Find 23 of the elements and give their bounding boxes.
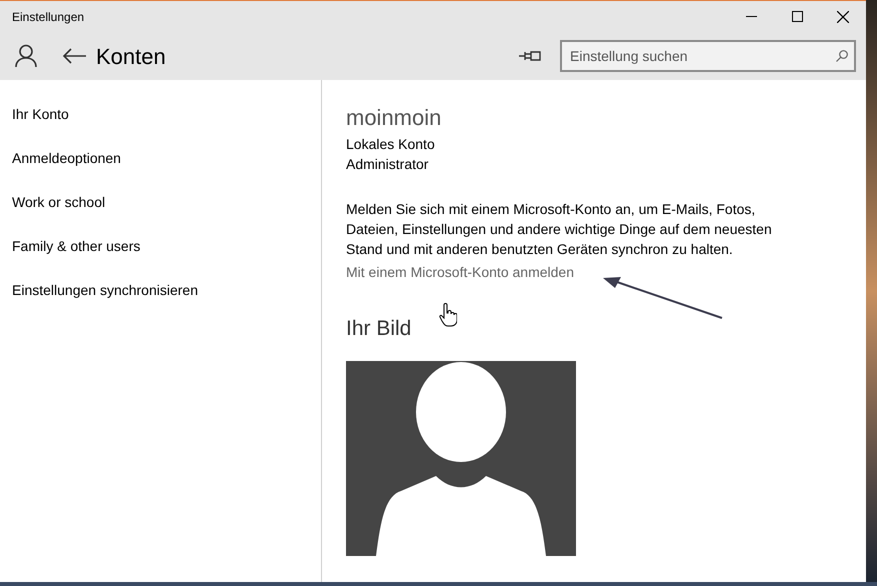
user-silhouette-icon — [346, 361, 576, 556]
sidebar-item[interactable]: Anmeldeoptionen — [12, 136, 121, 180]
sidebar-item[interactable]: Family & other users — [12, 224, 140, 268]
back-arrow-icon — [62, 48, 86, 64]
user-name: moinmoin — [346, 104, 442, 132]
microsoft-account-link[interactable]: Mit einem Microsoft-Konto anmelden — [346, 262, 574, 282]
person-icon — [15, 44, 37, 68]
sidebar-item[interactable]: Einstellungen synchronisieren — [12, 268, 198, 312]
sidebar-item[interactable]: Ihr Konto — [12, 92, 69, 136]
account-type: Lokales Konto — [346, 135, 436, 154]
maximize-icon — [792, 11, 802, 22]
minimize-icon — [746, 16, 756, 17]
account-role: Administrator — [346, 155, 430, 174]
search-field[interactable]: Einstellung suchen — [560, 40, 856, 72]
page-title: Konten — [96, 42, 166, 70]
section-title: Ihr Bild — [346, 316, 412, 342]
hand-cursor-icon — [439, 303, 457, 327]
description-text: Melden Sie sich mit einem Microsoft-Konto an, um E-Mails, Fotos, Dateien, Einstellungen und andere wichtige Dinge auf dem neuesten Stand und mit anderen benutzten Geräten synchron zu halten. — [346, 200, 773, 259]
pin-icon — [519, 50, 541, 62]
window-title: Einstellungen — [12, 8, 84, 26]
search-icon — [836, 50, 848, 62]
sidebar-item[interactable]: Work or school — [12, 180, 106, 224]
close-icon — [837, 10, 849, 22]
